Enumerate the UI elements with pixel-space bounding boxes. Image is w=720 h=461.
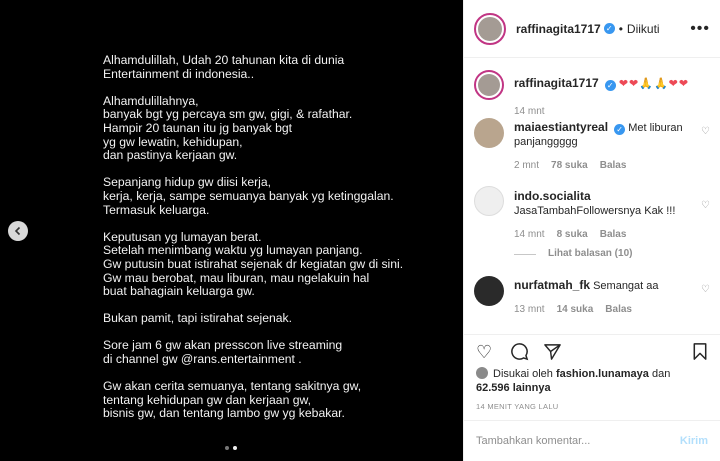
comment-time[interactable]: 14 mnt — [514, 229, 545, 240]
reply-button[interactable]: Balas — [600, 229, 627, 240]
comment-username[interactable]: nurfatmah_fk — [514, 278, 590, 292]
comment-likes[interactable]: 8 suka — [557, 229, 588, 240]
post-paragraph: Bukan pamit, tapi istirahat sejenak. — [103, 311, 293, 326]
avatar[interactable] — [474, 186, 504, 216]
avatar[interactable] — [474, 12, 506, 45]
like-comment-icon[interactable]: ♡ — [701, 126, 710, 137]
avatar[interactable] — [474, 276, 504, 306]
caption: raffinagita1717 ✓ ❤❤🙏🙏❤❤ 14 mnt — [474, 70, 710, 120]
reply-button[interactable]: Balas — [600, 160, 627, 171]
liked-by-user[interactable]: fashion.lunamaya — [556, 368, 649, 380]
divider — [464, 334, 720, 335]
reply-button[interactable]: Balas — [605, 304, 632, 315]
comment-time[interactable]: 2 mnt — [514, 160, 539, 171]
comment-icon[interactable] — [510, 342, 529, 365]
avatar[interactable] — [474, 118, 504, 148]
caption-username[interactable]: raffinagita1717 — [514, 76, 599, 90]
post-paragraph: Alhamdulillah, Udah 20 tahunan kita di d… — [103, 53, 345, 81]
comments-list: raffinagita1717 ✓ ❤❤🙏🙏❤❤ 14 mnt maiaesti… — [464, 62, 720, 354]
comment-likes[interactable]: 78 suka — [551, 160, 588, 171]
verified-badge-icon: ✓ — [604, 80, 616, 91]
view-replies[interactable]: Lihat balasan (10) — [514, 248, 632, 259]
post-paragraph: Keputusan yg lumayan berat. Setelah meni… — [103, 229, 404, 299]
comment-item: indo.socialita JasaTambahFollowersnya Ka… — [474, 186, 710, 266]
comment-likes[interactable]: 14 suka — [557, 304, 594, 315]
comment-item: maiaestiantyreal ✓ Met liburan panjanggg… — [474, 118, 710, 178]
post-header: raffinagita1717 ✓ • Diikuti ••• — [464, 0, 720, 58]
previous-slide-button[interactable] — [8, 221, 28, 241]
more-options-icon[interactable]: ••• — [690, 20, 710, 38]
post-timestamp[interactable]: 14 MENIT YANG LALU — [476, 402, 559, 411]
post-image: Alhamdulillah, Udah 20 tahunan kita di d… — [0, 0, 463, 461]
carousel-dot-active — [233, 446, 237, 450]
share-icon[interactable] — [543, 342, 562, 365]
like-comment-icon[interactable]: ♡ — [701, 200, 710, 211]
chevron-left-icon — [14, 226, 21, 236]
likes-summary: Disukai oleh fashion.lunamaya dan 62.596… — [476, 367, 710, 395]
post-details-panel: raffinagita1717 ✓ • Diikuti ••• raffinag… — [463, 0, 720, 461]
header-username[interactable]: raffinagita1717 — [516, 22, 601, 36]
comment-text: JasaTambahFollowersnya Kak !!! — [514, 205, 676, 217]
separator: • — [618, 21, 623, 36]
like-comment-icon[interactable]: ♡ — [701, 284, 710, 295]
save-bookmark-icon[interactable] — [692, 342, 708, 365]
comment-time[interactable]: 13 mnt — [514, 304, 545, 315]
comment-username[interactable]: indo.socialita — [514, 189, 591, 203]
carousel-dot — [225, 446, 229, 450]
view-replies-label[interactable]: Lihat balasan (10) — [548, 248, 632, 259]
comment-username[interactable]: maiaestiantyreal — [514, 120, 608, 134]
caption-time[interactable]: 14 mnt — [514, 106, 545, 117]
post-text: Alhamdulillah, Udah 20 tahunan kita di d… — [103, 53, 443, 435]
likes-prefix: Disukai oleh — [493, 368, 553, 380]
likes-count[interactable]: 62.596 lainnya — [476, 382, 551, 394]
comment-item: nurfatmah_fk Semangat aa 13 mnt 14 suka … — [474, 276, 710, 332]
caption-text: ❤❤🙏🙏❤❤ — [618, 78, 690, 90]
verified-badge-icon: ✓ — [614, 124, 626, 135]
avatar[interactable] — [474, 70, 504, 100]
post-paragraph: Gw akan cerita semuanya, tentang sakitny… — [103, 379, 362, 421]
follow-button[interactable]: Diikuti — [627, 22, 660, 36]
divider — [514, 254, 536, 255]
add-comment-form: Kirim — [464, 420, 720, 461]
avatar — [476, 367, 488, 379]
comment-text: Semangat aa — [593, 280, 659, 292]
like-heart-icon[interactable]: ♡ — [476, 342, 492, 362]
likes-connector: dan — [651, 368, 671, 380]
action-bar: ♡ — [476, 342, 708, 362]
post-paragraph: Sore jam 6 gw akan presscon live streami… — [103, 338, 343, 367]
comment-input[interactable] — [476, 435, 680, 447]
post-comment-button[interactable]: Kirim — [680, 435, 708, 447]
carousel-indicator — [225, 446, 237, 450]
post-paragraph: Alhamdulillahnya, banyak bgt yg percaya … — [103, 93, 353, 163]
post-paragraph: Sepanjang hidup gw diisi kerja, kerja, k… — [103, 175, 394, 217]
verified-badge-icon: ✓ — [603, 23, 615, 34]
